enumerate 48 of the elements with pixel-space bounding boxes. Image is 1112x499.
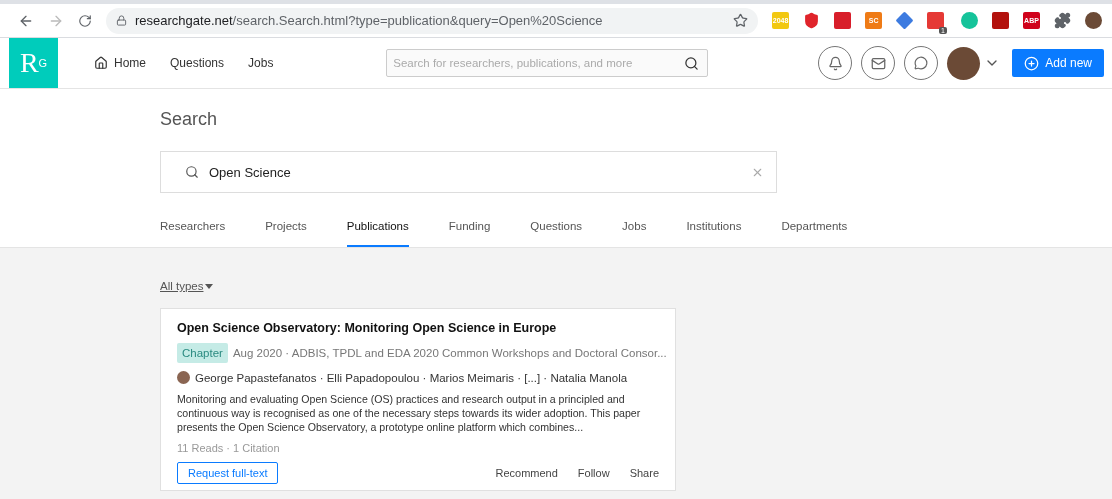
lock-icon [116, 15, 127, 26]
publication-meta: Aug 2020 · ADBIS, TPDL and EDA 2020 Common Workshops and Doctoral Consor... [232, 347, 667, 359]
url-text: researchgate.net/search.Search.html?type=publication&query=Open%20Science [135, 13, 604, 28]
search-icon [185, 165, 199, 179]
address-bar[interactable]: researchgate.net/search.Search.html?type=publication&query=Open%20Science [106, 7, 759, 34]
mail-icon [870, 55, 886, 71]
action-link[interactable]: Follow [577, 467, 610, 479]
tab[interactable]: Researchers [160, 213, 226, 247]
nav-link[interactable]: Jobs [248, 56, 274, 70]
messages-button[interactable] [861, 46, 896, 80]
reload-icon[interactable] [78, 13, 92, 28]
puzzle-icon[interactable] [1054, 12, 1071, 29]
filter-dropdown[interactable]: All types [160, 280, 214, 292]
author-list: George Papastefanatos · Elli Papadopoulou · Marios Meimaris · [...] · Natalia Manola [195, 371, 628, 384]
search-icon[interactable] [684, 55, 700, 71]
plus-icon [1024, 55, 1040, 71]
stats-text: 11 Reads · 1 Citation [177, 442, 281, 454]
chat-bubble-icon [914, 56, 929, 70]
author-avatar [177, 371, 190, 384]
tab[interactable]: Institutions [686, 213, 742, 247]
chat-button[interactable] [904, 46, 939, 80]
extension-icon[interactable] [927, 12, 945, 29]
publication-title[interactable]: Open Science Observatory: Monitoring Open Science in Europe [177, 321, 659, 335]
page-title: Search [160, 109, 219, 130]
avatar[interactable] [947, 46, 981, 80]
nav-link[interactable]: Questions [170, 56, 225, 70]
extension-icon[interactable] [834, 12, 852, 29]
tab[interactable]: Questions [530, 213, 583, 247]
request-button[interactable]: Request full-text [177, 462, 279, 484]
caret-icon [205, 283, 214, 289]
type-tag: Chapter [177, 343, 228, 363]
home-icon [94, 56, 108, 70]
action-link[interactable]: Share [629, 467, 659, 479]
notifications-button[interactable] [818, 46, 853, 80]
tab[interactable]: Jobs [622, 213, 647, 247]
avatar-icon[interactable] [1085, 12, 1102, 29]
tab[interactable]: Projects [265, 213, 307, 247]
abstract-text: Monitoring and evaluating Open Science (OS) practices and research output in a principled and continuous way is recognised as one of the necessary steps towards its wider adoption. This paper presents the Open Science Observatory, a prototype online platform which combines... [177, 392, 642, 434]
add-new-button[interactable]: Add new [1012, 49, 1104, 77]
shield-icon[interactable] [803, 12, 821, 29]
search-value: Open Science [209, 164, 292, 180]
action-link[interactable]: Recommend [495, 467, 558, 479]
star-icon[interactable] [733, 13, 749, 28]
tab[interactable]: Funding [448, 213, 491, 247]
tab[interactable]: Departments [781, 213, 848, 247]
nav-link[interactable]: Home [94, 56, 146, 70]
search-field[interactable]: Open Science [160, 151, 777, 193]
bell-icon [827, 55, 843, 71]
